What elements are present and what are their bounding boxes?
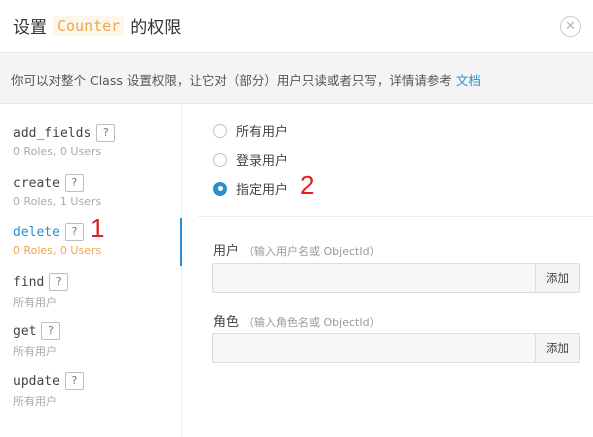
close-icon[interactable]: ✕ <box>560 16 581 37</box>
help-icon[interactable]: ? <box>64 223 84 241</box>
info-text: 你可以对整个 Class 设置权限，让它对（部分）用户只读或者只写，详情请参考 <box>11 73 452 88</box>
roles-hint: （输入角色名或 ObjectId） <box>243 316 381 329</box>
operation-summary: 0 Roles, 0 Users <box>13 145 102 158</box>
dialog-title: 设置 Counter 的权限 <box>13 13 181 38</box>
radio-specified-users[interactable]: 指定用户 <box>213 179 288 198</box>
users-field-label: 用户 （输入用户名或 ObjectId） <box>213 240 381 259</box>
radio-label: 指定用户 <box>236 183 289 198</box>
operation-name: create ? <box>13 174 101 192</box>
users-hint: （输入用户名或 ObjectId） <box>243 245 381 258</box>
operation-summary: 所有用户 <box>13 395 57 408</box>
title-suffix: 的权限 <box>130 18 182 38</box>
radio-button[interactable] <box>213 152 227 167</box>
operation-summary: 0 Roles, 1 Users <box>13 195 102 208</box>
users-label: 用户 <box>213 244 240 259</box>
sidebar-item-update[interactable]: update ? 所有用户 <box>13 372 84 409</box>
add-user-button[interactable]: 添加 <box>535 264 579 292</box>
sidebar-item-delete[interactable]: delete ? 0 Roles, 0 Users <box>13 223 101 257</box>
operation-name: delete ? <box>13 223 101 241</box>
users-input[interactable] <box>213 264 535 292</box>
info-message: 你可以对整个 Class 设置权限，让它对（部分）用户只读或者只写，详情请参考文… <box>11 70 481 89</box>
operation-summary: 所有用户 <box>13 345 57 358</box>
operation-label: add_fields <box>13 125 92 141</box>
radio-button-checked[interactable] <box>213 181 227 196</box>
operation-label: find <box>13 274 45 290</box>
divider <box>198 216 593 217</box>
active-item-indicator <box>180 218 182 266</box>
help-icon[interactable]: ? <box>64 372 84 390</box>
operation-label: get <box>13 323 37 339</box>
add-role-button[interactable]: 添加 <box>535 334 579 362</box>
operation-label: create <box>13 175 60 191</box>
title-prefix: 设置 <box>13 18 47 38</box>
operation-name: get ? <box>13 322 61 340</box>
roles-label: 角色 <box>213 315 240 330</box>
roles-field: 添加 <box>212 333 580 363</box>
roles-field-label: 角色 （输入角色名或 ObjectId） <box>213 311 381 330</box>
operation-name: find ? <box>13 273 69 291</box>
help-icon[interactable]: ? <box>41 322 61 340</box>
dialog-header: 设置 Counter 的权限 ✕ <box>0 0 593 52</box>
help-icon[interactable]: ? <box>64 174 84 192</box>
roles-input[interactable] <box>213 334 535 362</box>
radio-button[interactable] <box>213 123 227 138</box>
radio-logged-in-users[interactable]: 登录用户 <box>213 150 288 169</box>
users-field: 添加 <box>212 263 580 293</box>
help-icon[interactable]: ? <box>96 124 116 142</box>
annotation-number-2: 2 <box>300 170 315 200</box>
annotation-number-1: 1 <box>90 213 105 243</box>
radio-label: 所有用户 <box>236 125 289 140</box>
operation-label: update <box>13 373 60 389</box>
info-bar: 你可以对整个 Class 设置权限，让它对（部分）用户只读或者只写，详情请参考文… <box>0 52 593 104</box>
docs-link[interactable]: 文档 <box>456 73 481 88</box>
sidebar-item-add-fields[interactable]: add_fields ? 0 Roles, 0 Users <box>13 124 116 158</box>
operation-sidebar: add_fields ? 0 Roles, 0 Users create ? 0… <box>0 104 182 437</box>
sidebar-item-create[interactable]: create ? 0 Roles, 1 Users <box>13 174 101 208</box>
radio-all-users[interactable]: 所有用户 <box>213 121 288 140</box>
operation-name: update ? <box>13 372 84 390</box>
operation-name: add_fields ? <box>13 124 116 142</box>
class-name: Counter <box>53 15 125 36</box>
radio-label: 登录用户 <box>236 154 289 169</box>
operation-label: delete <box>13 224 60 240</box>
sidebar-item-get[interactable]: get ? 所有用户 <box>13 322 61 359</box>
sidebar-item-find[interactable]: find ? 所有用户 <box>13 273 69 310</box>
operation-summary: 0 Roles, 0 Users <box>13 244 102 257</box>
help-icon[interactable]: ? <box>49 273 69 291</box>
operation-summary: 所有用户 <box>13 296 57 309</box>
